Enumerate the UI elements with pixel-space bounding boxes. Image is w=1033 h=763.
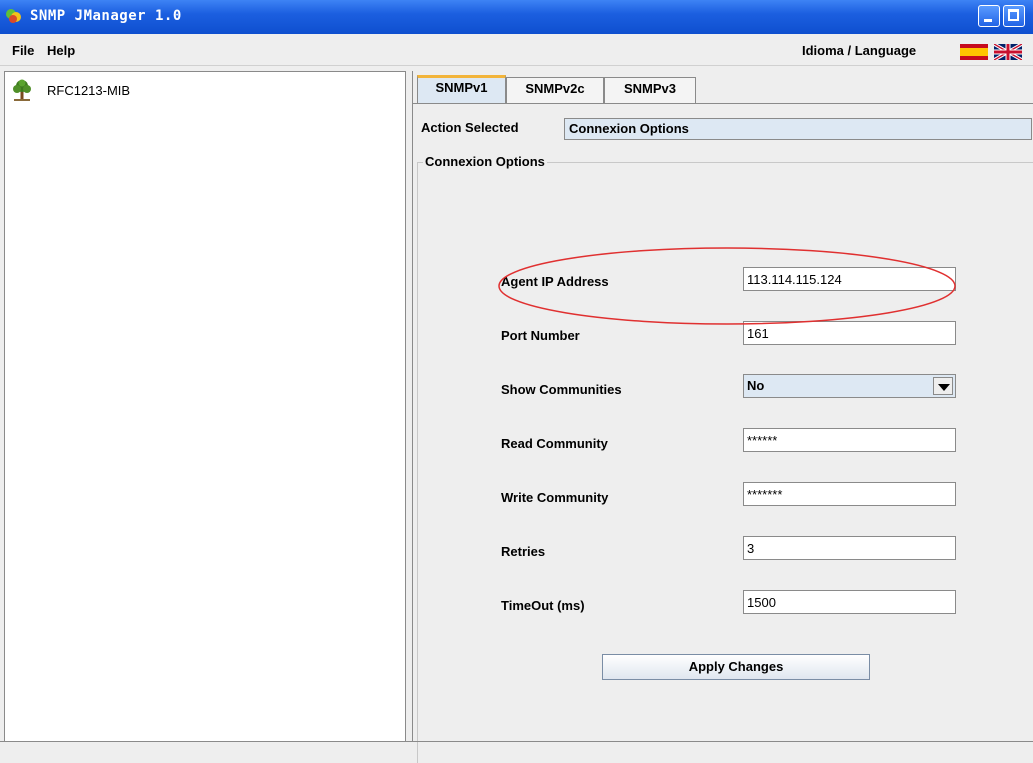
timeout-input[interactable] bbox=[743, 590, 956, 614]
menu-file[interactable]: File bbox=[12, 43, 34, 58]
timeout-label: TimeOut (ms) bbox=[501, 598, 585, 613]
app-logo-icon bbox=[6, 9, 21, 23]
tab-snmpv1[interactable]: SNMPv1 bbox=[417, 75, 506, 103]
chevron-down-icon[interactable] bbox=[933, 377, 953, 395]
group-title: Connexion Options bbox=[423, 154, 547, 169]
menu-bar: File Help Idioma / Language bbox=[0, 34, 1033, 66]
tab-content: Action Selected Connexion Options Connex… bbox=[413, 103, 1033, 763]
tree-node-label: RFC1213-MIB bbox=[47, 83, 131, 98]
action-selected-field: Connexion Options bbox=[564, 118, 1032, 140]
minimize-button[interactable] bbox=[978, 5, 1000, 27]
mib-tree-panel: RFC1213-MIB bbox=[4, 71, 406, 742]
write-community-label: Write Community bbox=[501, 490, 609, 505]
window-title: SNMP JManager 1.0 bbox=[30, 8, 182, 24]
retries-input[interactable] bbox=[743, 536, 956, 560]
uk-flag-icon[interactable] bbox=[994, 44, 1022, 60]
spain-flag-icon[interactable] bbox=[960, 44, 988, 60]
highlight-annotation bbox=[498, 247, 956, 325]
action-selected-label: Action Selected bbox=[421, 120, 519, 135]
show-communities-label: Show Communities bbox=[501, 382, 622, 397]
write-community-input[interactable] bbox=[743, 482, 956, 506]
settings-panel: SNMPv1 SNMPv2c SNMPv3 Action Selected Co… bbox=[412, 71, 1033, 763]
retries-label: Retries bbox=[501, 544, 546, 559]
language-label: Idioma / Language bbox=[802, 43, 917, 58]
tree-icon bbox=[13, 79, 31, 101]
tab-snmpv2c[interactable]: SNMPv2c bbox=[506, 77, 604, 103]
read-community-label: Read Community bbox=[501, 436, 608, 451]
title-bar: SNMP JManager 1.0 bbox=[0, 0, 1033, 34]
read-community-input[interactable] bbox=[743, 428, 956, 452]
maximize-button[interactable] bbox=[1003, 5, 1025, 27]
apply-changes-button[interactable]: Apply Changes bbox=[602, 654, 870, 680]
tab-snmpv3[interactable]: SNMPv3 bbox=[604, 77, 696, 103]
show-communities-value: No bbox=[747, 378, 765, 393]
menu-help[interactable]: Help bbox=[47, 43, 75, 58]
show-communities-select[interactable]: No bbox=[743, 374, 956, 398]
